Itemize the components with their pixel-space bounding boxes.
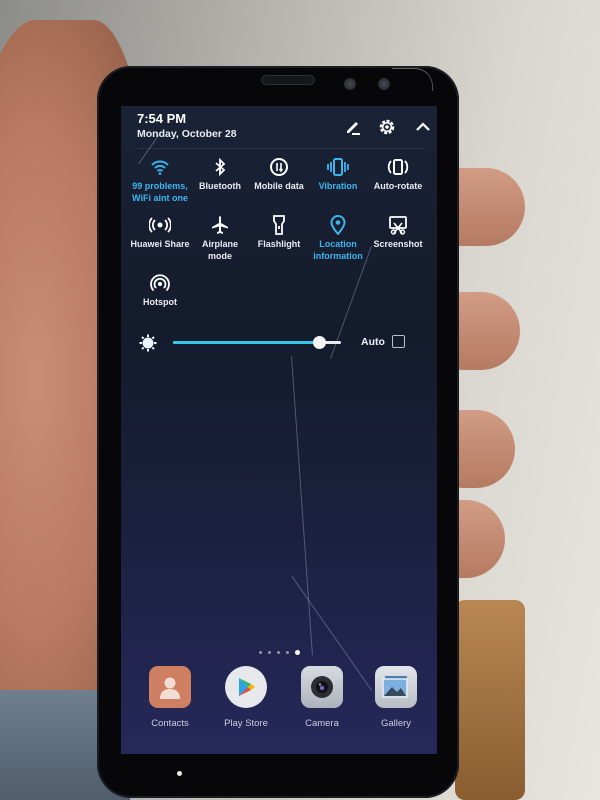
earpiece <box>261 75 315 85</box>
tile-label: Bluetooth <box>199 181 241 191</box>
phone-device: 7:54 PM Monday, October 28 99 problems, W… <box>97 66 459 798</box>
brightness-slider-fill <box>173 341 320 344</box>
tile-label: Location information <box>313 239 363 261</box>
brightness-control: Auto <box>133 332 433 354</box>
page-dot-active[interactable] <box>294 650 300 656</box>
wooden-surface-background <box>455 600 525 800</box>
auto-brightness-checkbox[interactable] <box>392 335 405 348</box>
app-label: Contacts <box>151 718 189 729</box>
divider <box>137 148 425 149</box>
page-dot[interactable] <box>267 651 271 655</box>
tile-label: 99 problems, WiFi aint one <box>132 181 188 203</box>
tile-wifi[interactable]: 99 problems, WiFi aint one <box>129 156 191 204</box>
bluetooth-icon <box>189 156 251 178</box>
edit-icon[interactable] <box>343 117 363 137</box>
brightness-slider[interactable] <box>173 336 341 349</box>
page-dot[interactable] <box>258 651 262 655</box>
page-dot[interactable] <box>276 651 280 655</box>
tile-bluetooth[interactable]: Bluetooth <box>189 156 251 192</box>
wifi-icon <box>129 156 191 178</box>
tile-huawei-share[interactable]: Huawei Share <box>129 214 191 250</box>
brightness-slider-thumb[interactable] <box>313 336 327 349</box>
tile-label: Huawei Share <box>130 239 190 249</box>
airplane-icon <box>189 214 251 236</box>
tile-label: Screenshot <box>373 239 423 249</box>
front-sensor <box>344 78 356 90</box>
app-contacts[interactable]: Contacts <box>135 666 205 729</box>
clock-date: Monday, October 28 <box>137 128 237 140</box>
glass-crack <box>392 68 433 91</box>
tile-label: Vibration <box>318 181 358 191</box>
screenshot-icon <box>367 214 429 236</box>
glass-crack <box>291 355 313 656</box>
auto-rotate-icon <box>367 156 429 178</box>
app-gallery[interactable]: Gallery <box>361 666 431 729</box>
play-store-icon <box>225 666 267 708</box>
app-camera[interactable]: Camera <box>287 666 357 729</box>
tile-label: Hotspot <box>143 297 177 307</box>
notification-panel-header: 7:54 PM Monday, October 28 <box>137 111 430 149</box>
app-label: Camera <box>305 718 339 729</box>
front-camera <box>378 78 390 90</box>
brightness-sun-icon <box>139 334 157 357</box>
tile-label: Auto-rotate <box>373 181 423 191</box>
tile-vibration[interactable]: Vibration <box>307 156 369 192</box>
auto-brightness-label: Auto <box>361 336 385 348</box>
tile-hotspot[interactable]: Hotspot <box>129 272 191 308</box>
tile-screenshot[interactable]: Screenshot <box>367 214 429 250</box>
screen: 7:54 PM Monday, October 28 99 problems, W… <box>121 106 437 754</box>
vibration-icon <box>307 156 369 178</box>
settings-gear-icon[interactable] <box>377 117 397 137</box>
tile-auto-rotate[interactable]: Auto-rotate <box>367 156 429 192</box>
notification-led <box>177 771 182 776</box>
flashlight-icon <box>248 214 310 236</box>
app-dock: Contacts Play Store Camera Gallery <box>121 666 437 746</box>
location-pin-icon <box>307 214 369 236</box>
app-label: Play Store <box>224 718 268 729</box>
page-dot[interactable] <box>285 651 289 655</box>
camera-icon <box>301 666 343 708</box>
app-play-store[interactable]: Play Store <box>211 666 281 729</box>
tile-flashlight[interactable]: Flashlight <box>248 214 310 250</box>
mobile-data-icon <box>248 156 310 178</box>
page-indicator <box>121 644 437 656</box>
tile-label: Mobile data <box>254 181 304 191</box>
gallery-icon <box>375 666 417 708</box>
tile-airplane-mode[interactable]: Airplane mode <box>189 214 251 262</box>
clock-time: 7:54 PM <box>137 111 187 126</box>
contacts-icon <box>149 666 191 708</box>
tile-label: Airplane mode <box>201 239 238 261</box>
app-label: Gallery <box>380 718 412 729</box>
tile-mobile-data[interactable]: Mobile data <box>248 156 310 192</box>
tile-label: Flashlight <box>257 239 301 249</box>
collapse-chevron-up-icon[interactable] <box>413 117 433 137</box>
hotspot-icon <box>129 272 191 294</box>
huawei-share-icon <box>129 214 191 236</box>
tile-location[interactable]: Location information <box>307 214 369 262</box>
